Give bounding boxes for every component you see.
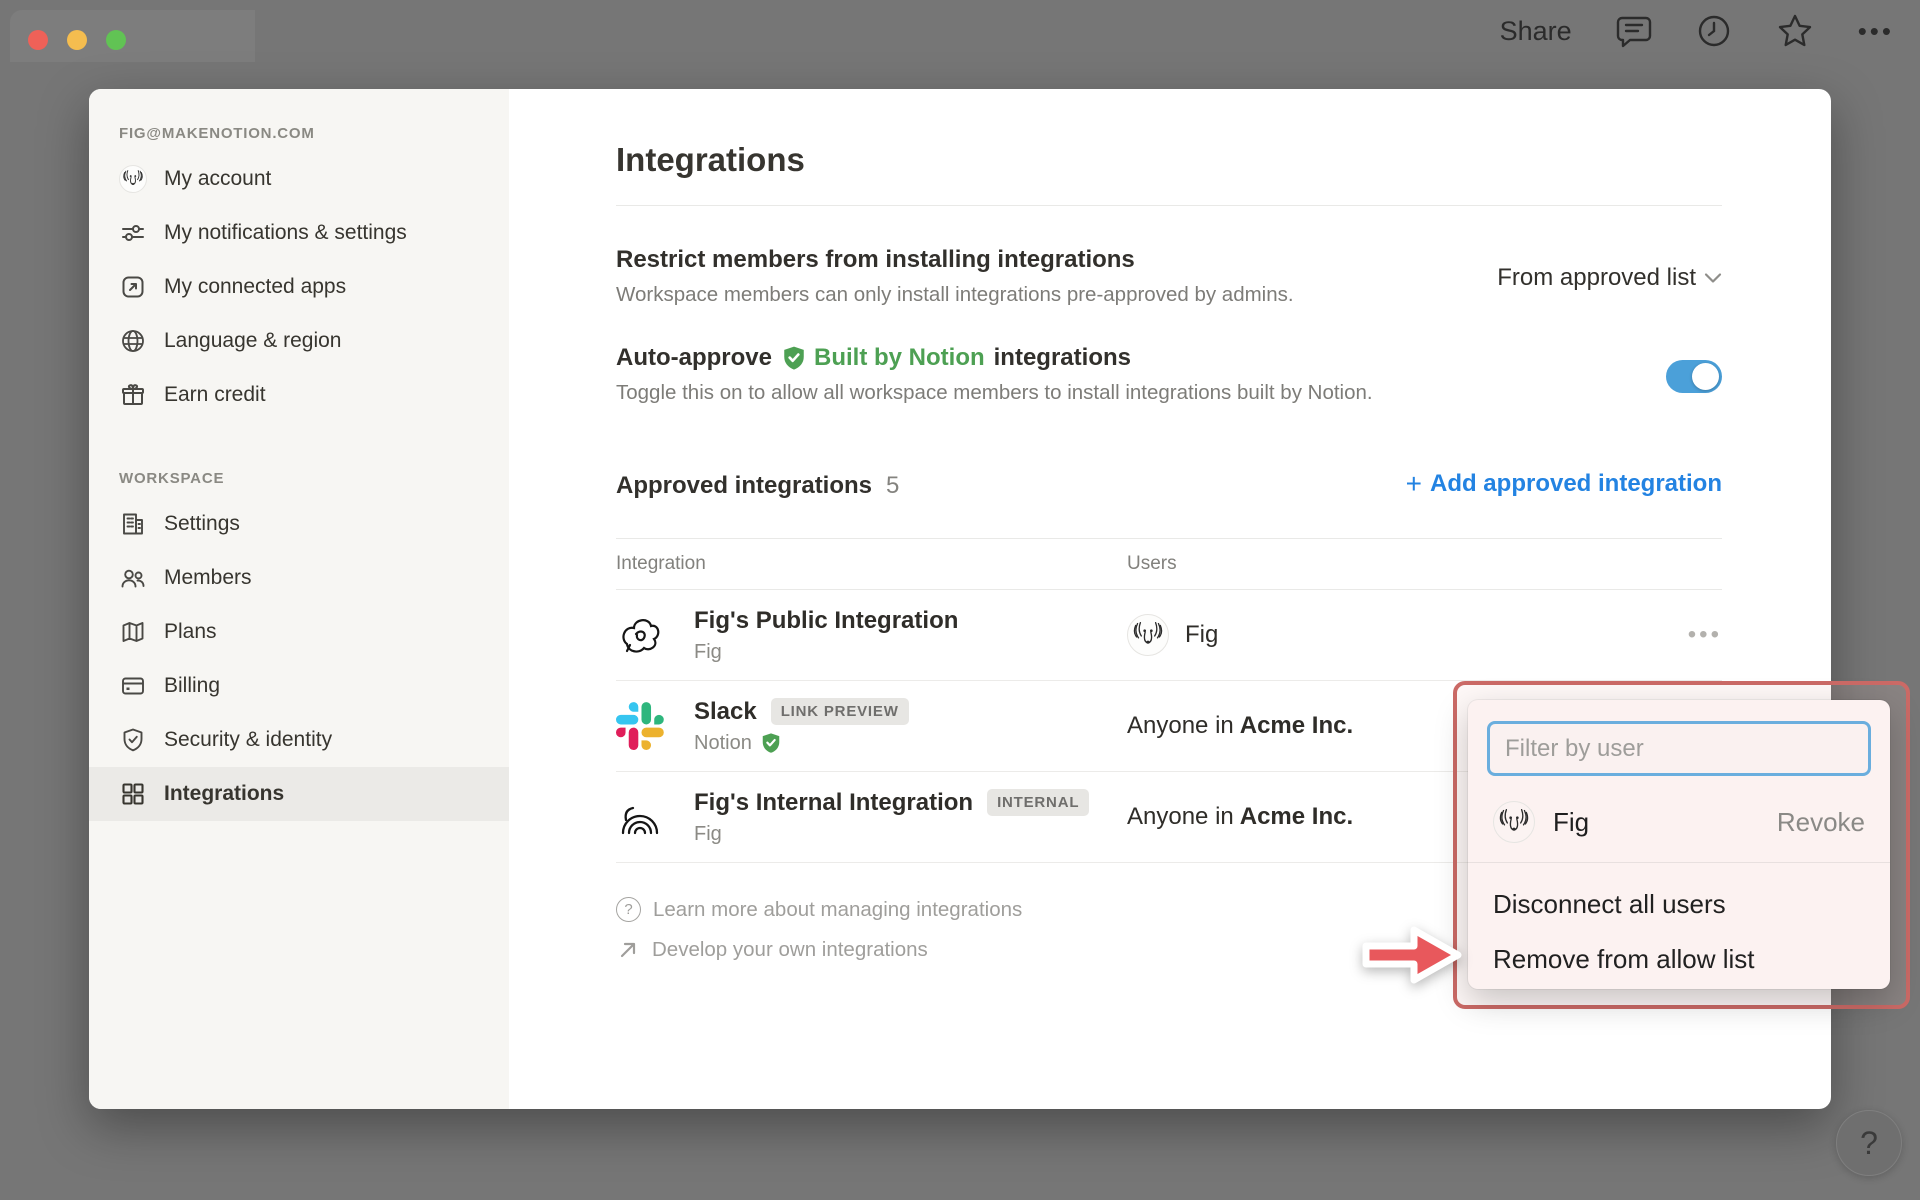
sidebar-item-my-account[interactable]: My account: [89, 152, 509, 206]
built-by-notion-badge: Built by Notion: [781, 344, 985, 372]
sidebar-item-settings[interactable]: Settings: [89, 497, 509, 551]
fig-avatar: [119, 165, 147, 193]
popup-user-row: Fig Revoke: [1487, 801, 1871, 843]
row-more-menu-icon[interactable]: •••: [1662, 621, 1722, 649]
share-button[interactable]: Share: [1500, 16, 1572, 47]
add-approved-integration-button[interactable]: + Add approved integration: [1406, 470, 1722, 498]
grid-icon: [119, 780, 147, 808]
people-icon: [119, 564, 147, 592]
clock-icon[interactable]: [1696, 13, 1732, 49]
sidebar-item-language-region[interactable]: Language & region: [89, 314, 509, 368]
sidebar-item-security[interactable]: Security & identity: [89, 713, 509, 767]
credit-card-icon: [119, 672, 147, 700]
shield-check-icon: [119, 726, 147, 754]
revoke-button[interactable]: Revoke: [1777, 807, 1865, 838]
menu-item-disconnect-all-users[interactable]: Disconnect all users: [1493, 877, 1865, 932]
topbar-actions: Share •••: [1500, 0, 1894, 62]
approved-count: 5: [886, 472, 900, 499]
approved-header-row: Approved integrations 5 + Add approved i…: [616, 470, 1722, 500]
col-users: Users: [1127, 553, 1177, 574]
page-title: Integrations: [616, 141, 805, 178]
plus-icon: +: [1405, 468, 1422, 499]
internal-badge: INTERNAL: [987, 789, 1090, 816]
user-menu-popup: Fig Revoke Disconnect all users Remove f…: [1468, 700, 1890, 989]
sidebar-item-integrations[interactable]: Integrations: [89, 767, 509, 821]
link-preview-badge: LINK PREVIEW: [770, 698, 909, 725]
divider: [616, 205, 1722, 206]
close-window-button[interactable]: [28, 30, 48, 50]
auto-approve-toggle[interactable]: [1666, 359, 1722, 393]
sidebar-item-plans[interactable]: Plans: [89, 605, 509, 659]
verified-shield-icon: [781, 345, 807, 371]
fig-avatar: [1127, 614, 1169, 656]
sliders-icon: [119, 219, 147, 247]
users-value: Fig: [1185, 621, 1219, 648]
restrict-dropdown[interactable]: From approved list: [1497, 264, 1722, 292]
arrow-up-right-icon: [620, 942, 636, 958]
help-button[interactable]: ?: [1836, 1110, 1902, 1176]
auto-approve-section: Auto-approve Built by Notion integration…: [616, 344, 1722, 408]
building-icon: [119, 510, 147, 538]
users-value: Anyone in: [1127, 803, 1234, 830]
toggle-knob: [1692, 362, 1719, 390]
restrict-title: Restrict members from installing integra…: [616, 246, 1135, 273]
restrict-section: Restrict members from installing integra…: [616, 246, 1722, 310]
integration-name: Fig's Internal Integration: [694, 788, 974, 816]
more-options-icon[interactable]: •••: [1858, 16, 1894, 47]
col-integration: Integration: [616, 553, 706, 574]
settings-sidebar: FIG@MAKENOTION.COM My account My notific…: [89, 89, 509, 1109]
menu-item-remove-from-allow-list[interactable]: Remove from allow list: [1493, 932, 1865, 987]
sidebar-item-members[interactable]: Members: [89, 551, 509, 605]
integration-owner: Fig: [694, 640, 722, 663]
star-icon[interactable]: [1776, 13, 1814, 49]
gift-icon: [119, 381, 147, 409]
account-email-header: FIG@MAKENOTION.COM: [119, 125, 315, 142]
popup-user-name: Fig: [1553, 806, 1590, 837]
zoom-window-button[interactable]: [106, 30, 126, 50]
restrict-description: Workspace members can only install integ…: [616, 283, 1294, 306]
slack-logo-icon: [616, 702, 664, 750]
users-workspace: Acme Inc.: [1239, 803, 1354, 830]
auto-approve-description: Toggle this on to allow all workspace me…: [616, 381, 1373, 404]
sidebar-item-notifications[interactable]: My notifications & settings: [89, 206, 509, 260]
filter-by-user-input[interactable]: [1487, 721, 1871, 776]
integration-name: Fig's Public Integration: [694, 606, 959, 634]
integration-owner: Notion: [694, 731, 752, 754]
question-circle-icon: ?: [616, 897, 641, 922]
sidebar-item-connected-apps[interactable]: My connected apps: [89, 260, 509, 314]
integration-name: Slack: [694, 697, 757, 725]
comment-icon[interactable]: [1616, 14, 1652, 48]
users-workspace: Acme Inc.: [1239, 712, 1354, 739]
globe-icon: [119, 327, 147, 355]
minimize-window-button[interactable]: [67, 30, 87, 50]
integration-owner: Fig: [694, 822, 722, 845]
users-value: Anyone in: [1127, 712, 1234, 739]
arches-doodle-icon: [616, 793, 664, 841]
auto-approve-title: Auto-approve Built by Notion integration…: [616, 344, 1131, 372]
chevron-down-icon: [1704, 273, 1722, 283]
sidebar-item-earn-credit[interactable]: Earn credit: [89, 368, 509, 422]
red-arrow-annotation: [1362, 926, 1462, 984]
arrow-up-right-square-icon: [119, 273, 147, 301]
verified-shield-icon: [760, 732, 782, 754]
table-row: Fig's Public Integration Fig Fig •••: [616, 590, 1722, 681]
sidebar-item-billing[interactable]: Billing: [89, 659, 509, 713]
approved-integrations-title: Approved integrations: [616, 472, 873, 499]
map-icon: [119, 618, 147, 646]
fig-avatar: [1493, 801, 1535, 843]
workspace-header: WORKSPACE: [119, 470, 225, 487]
table-header: Integration Users: [616, 538, 1722, 590]
scribble-doodle-icon: [616, 611, 664, 659]
